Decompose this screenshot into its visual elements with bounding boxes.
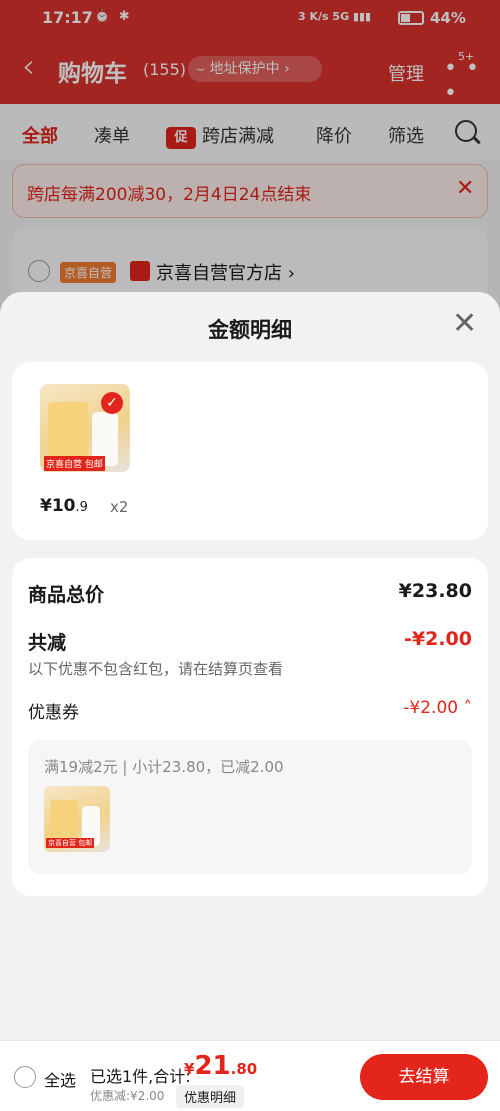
close-icon[interactable]: ✕ xyxy=(452,306,477,341)
reduce-value: -¥2.00 xyxy=(404,628,472,650)
goods-total-value: ¥23.80 xyxy=(398,580,472,602)
select-all-label[interactable]: 全选 xyxy=(44,1067,76,1091)
checkout-bar: 全选 已选1件,合计: ¥21.80 优惠减:¥2.00 优惠明细 去结算 xyxy=(0,1040,500,1111)
product-price-dec: .9 xyxy=(75,500,88,515)
total-price: ¥21.80 xyxy=(184,1051,257,1081)
coupon-detail-text: 满19减2元 | 小计23.80，已减2.00 xyxy=(44,758,284,776)
check-icon: ✓ xyxy=(101,392,123,414)
reduce-note: 以下优惠不包含红包，请在结算页查看 xyxy=(28,660,284,678)
coupon-detail-box: 满19减2元 | 小计23.80，已减2.00 京喜自营 包邮 xyxy=(28,740,472,874)
reduce-label: 共减 xyxy=(28,632,67,654)
discount-summary: 优惠减:¥2.00 xyxy=(90,1089,165,1103)
total-dec: .80 xyxy=(230,1060,258,1078)
product-image[interactable]: 京喜自营 包邮 ✓ xyxy=(40,384,130,472)
product-package-label: 京喜自营 包邮 xyxy=(44,456,105,471)
selected-count: 已选1件,合计: xyxy=(90,1067,191,1086)
product-price: ¥10.9 xyxy=(40,496,88,516)
select-all-radio[interactable] xyxy=(14,1066,36,1088)
sheet-title: 金额明细 xyxy=(208,318,292,342)
product-quantity: x2 xyxy=(110,498,129,516)
checkout-button[interactable]: 去结算 xyxy=(360,1054,488,1100)
product-price-int: ¥10 xyxy=(40,496,76,516)
goods-total-label: 商品总价 xyxy=(28,584,105,606)
total-int: 21 xyxy=(194,1051,231,1081)
price-breakdown-card: 商品总价 ¥23.80 共减 -¥2.00 以下优惠不包含红包，请在结算页查看 … xyxy=(12,558,488,896)
coupon-label: 优惠券 xyxy=(28,703,79,723)
product-package-shape xyxy=(48,402,88,460)
coupon-value-toggle[interactable]: -¥2.00 ˄ xyxy=(403,698,472,718)
total-currency: ¥ xyxy=(184,1060,195,1078)
discount-detail-button[interactable]: 优惠明细 xyxy=(176,1085,245,1108)
coupon-package-label: 京喜自营 包邮 xyxy=(46,838,95,848)
product-card: 京喜自营 包邮 ✓ ¥10.9 x2 xyxy=(12,362,488,540)
amount-detail-sheet: 金额明细 ✕ 京喜自营 包邮 ✓ ¥10.9 x2 商品总价 ¥23.80 共减… xyxy=(0,292,500,1111)
coupon-product-image[interactable]: 京喜自营 包邮 xyxy=(44,786,110,852)
